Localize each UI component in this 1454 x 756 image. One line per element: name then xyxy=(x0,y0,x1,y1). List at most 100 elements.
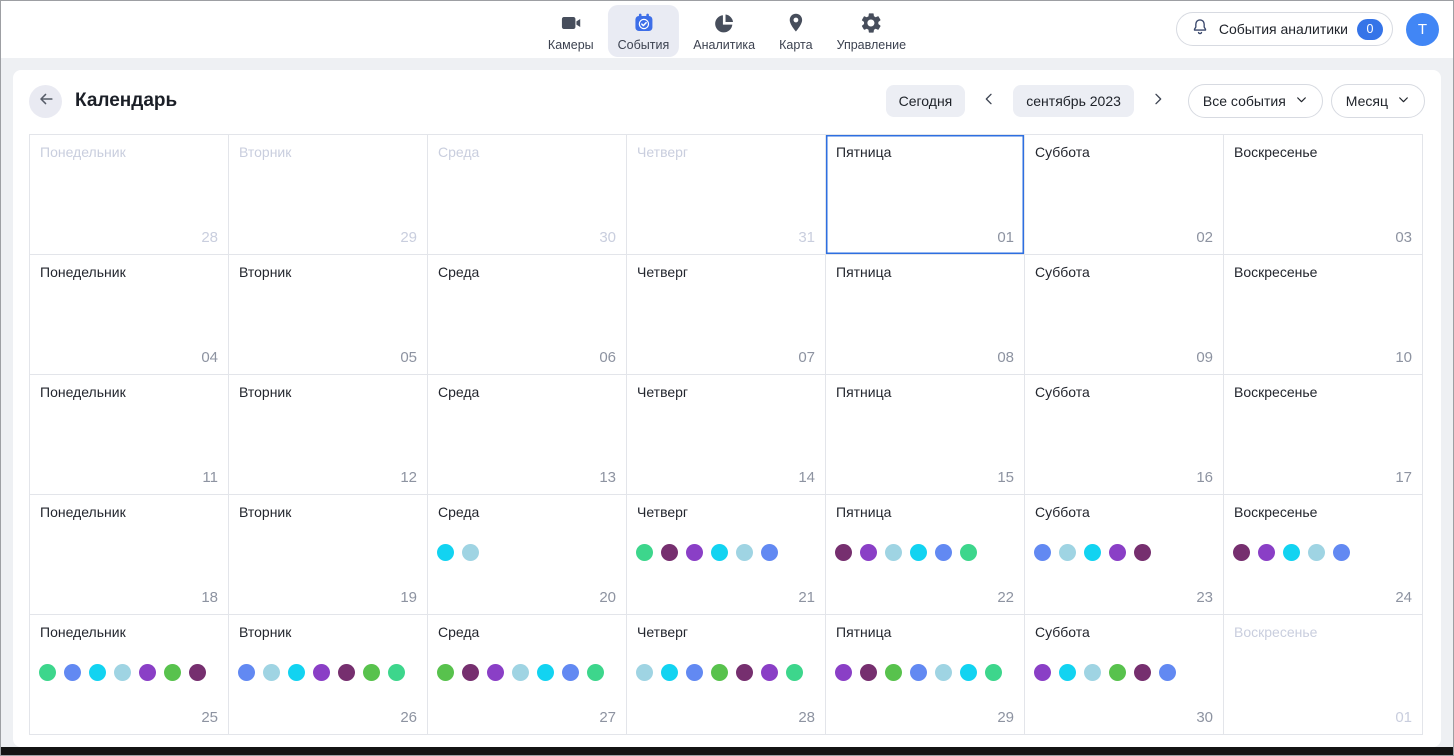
event-dot xyxy=(885,544,902,561)
date-number: 26 xyxy=(400,709,417,726)
calendar-day-cell[interactable]: Четверг31 xyxy=(627,135,826,255)
event-dot xyxy=(263,664,280,681)
avatar[interactable]: T xyxy=(1406,13,1439,46)
date-number: 03 xyxy=(1395,229,1412,246)
calendar-day-cell[interactable]: Вторник05 xyxy=(229,255,428,375)
nav-item-analytics[interactable]: Аналитика xyxy=(683,5,765,57)
calendar-day-cell[interactable]: Вторник12 xyxy=(229,375,428,495)
calendar-day-cell[interactable]: Понедельник28 xyxy=(30,135,229,255)
weekday-label: Суббота xyxy=(1035,624,1090,640)
event-dot xyxy=(462,544,479,561)
weekday-label: Суббота xyxy=(1035,264,1090,280)
calendar-day-cell[interactable]: Воскресенье17 xyxy=(1224,375,1423,495)
calendar-day-cell[interactable]: Воскресенье01 xyxy=(1224,615,1423,735)
calendar-header: Календарь Сегодня сентябрь 2023 Все собы… xyxy=(13,70,1441,118)
calendar-day-cell[interactable]: Пятница22 xyxy=(826,495,1025,615)
nav-label: Камеры xyxy=(548,38,594,52)
event-filter-dropdown[interactable]: Все события xyxy=(1188,84,1323,118)
event-dot xyxy=(1258,544,1275,561)
nav-item-cameras[interactable]: Камеры xyxy=(538,5,604,57)
bell-icon xyxy=(1190,17,1210,42)
calendar-day-cell[interactable]: Воскресенье03 xyxy=(1224,135,1423,255)
nav-item-management[interactable]: Управление xyxy=(827,5,917,57)
back-button[interactable] xyxy=(29,85,62,118)
calendar-day-cell[interactable]: Вторник26 xyxy=(229,615,428,735)
calendar-grid: Понедельник28Вторник29Среда30Четверг31Пя… xyxy=(29,134,1423,735)
next-month-button[interactable] xyxy=(1142,89,1174,114)
calendar-day-cell[interactable]: Четверг07 xyxy=(627,255,826,375)
calendar-day-cell[interactable]: Понедельник18 xyxy=(30,495,229,615)
nav-item-map[interactable]: Карта xyxy=(769,5,822,57)
event-dot xyxy=(1283,544,1300,561)
weekday-label: Вторник xyxy=(239,504,291,520)
events-count-badge: 0 xyxy=(1357,19,1383,40)
calendar-day-cell[interactable]: Понедельник25 xyxy=(30,615,229,735)
top-right-group: События аналитики 0 T xyxy=(1176,12,1439,46)
weekday-label: Среда xyxy=(438,264,479,280)
weekday-label: Пятница xyxy=(836,624,891,640)
event-dot xyxy=(114,664,131,681)
calendar-controls: Сегодня сентябрь 2023 Все события Месяц xyxy=(886,84,1425,118)
today-button[interactable]: Сегодня xyxy=(886,85,966,117)
calendar-day-cell[interactable]: Среда13 xyxy=(428,375,627,495)
gear-icon xyxy=(859,11,883,35)
calendar-day-cell[interactable]: Понедельник11 xyxy=(30,375,229,495)
event-dot xyxy=(189,664,206,681)
weekday-label: Четверг xyxy=(637,384,688,400)
top-bar: Камеры События Аналитика xyxy=(1,1,1453,58)
event-dot xyxy=(910,664,927,681)
calendar-day-cell[interactable]: Пятница15 xyxy=(826,375,1025,495)
event-dot xyxy=(1134,664,1151,681)
nav-item-events[interactable]: События xyxy=(608,5,680,57)
date-number: 31 xyxy=(798,229,815,246)
event-dot xyxy=(1233,544,1250,561)
calendar-day-cell[interactable]: Воскресенье24 xyxy=(1224,495,1423,615)
nav-label: Карта xyxy=(779,38,812,52)
event-dot xyxy=(636,544,653,561)
calendar-day-cell[interactable]: Воскресенье10 xyxy=(1224,255,1423,375)
calendar-day-cell[interactable]: Суббота02 xyxy=(1025,135,1224,255)
date-number: 16 xyxy=(1196,469,1213,486)
calendar-day-cell[interactable]: Четверг28 xyxy=(627,615,826,735)
event-dot xyxy=(164,664,181,681)
calendar-day-cell[interactable]: Пятница01 xyxy=(826,135,1025,255)
event-dot xyxy=(562,664,579,681)
weekday-label: Воскресенье xyxy=(1234,504,1317,520)
date-number: 11 xyxy=(202,469,218,486)
weekday-label: Суббота xyxy=(1035,504,1090,520)
date-number: 19 xyxy=(400,589,417,606)
calendar-day-cell[interactable]: Вторник 19 xyxy=(229,495,428,615)
calendar-day-cell[interactable]: Суббота09 xyxy=(1025,255,1224,375)
event-dot xyxy=(860,664,877,681)
calendar-day-cell[interactable]: Пятница08 xyxy=(826,255,1025,375)
calendar-day-cell[interactable]: Пятница29 xyxy=(826,615,1025,735)
calendar-day-cell[interactable]: Вторник29 xyxy=(229,135,428,255)
nav-label: События xyxy=(618,38,670,52)
event-dot xyxy=(64,664,81,681)
calendar-day-cell[interactable]: Среда20 xyxy=(428,495,627,615)
calendar-day-cell[interactable]: Среда06 xyxy=(428,255,627,375)
weekday-label: Среда xyxy=(438,624,479,640)
event-dots xyxy=(1233,544,1350,561)
event-dot xyxy=(1084,664,1101,681)
calendar-day-cell[interactable]: Суббота16 xyxy=(1025,375,1224,495)
calendar-day-cell[interactable]: Четверг 14 xyxy=(627,375,826,495)
month-selector[interactable]: сентябрь 2023 xyxy=(1013,85,1134,117)
event-dot xyxy=(1134,544,1151,561)
date-number: 01 xyxy=(997,229,1014,246)
prev-month-button[interactable] xyxy=(973,89,1005,114)
view-mode-dropdown[interactable]: Месяц xyxy=(1331,84,1425,118)
calendar-day-cell[interactable]: Четверг21 xyxy=(627,495,826,615)
calendar-day-cell[interactable]: Понедельник04 xyxy=(30,255,229,375)
date-number: 23 xyxy=(1196,589,1213,606)
weekday-label: Воскресенье xyxy=(1234,264,1317,280)
calendar-day-cell[interactable]: Суббота30 xyxy=(1025,615,1224,735)
analytics-events-button[interactable]: События аналитики 0 xyxy=(1176,12,1393,46)
calendar-day-cell[interactable]: Среда27 xyxy=(428,615,627,735)
date-number: 14 xyxy=(798,469,815,486)
calendar-day-cell[interactable]: Среда30 xyxy=(428,135,627,255)
weekday-label: Понедельник xyxy=(40,144,126,160)
weekday-label: Пятница xyxy=(836,504,891,520)
calendar-day-cell[interactable]: Суббота 23 xyxy=(1025,495,1224,615)
event-dot xyxy=(338,664,355,681)
